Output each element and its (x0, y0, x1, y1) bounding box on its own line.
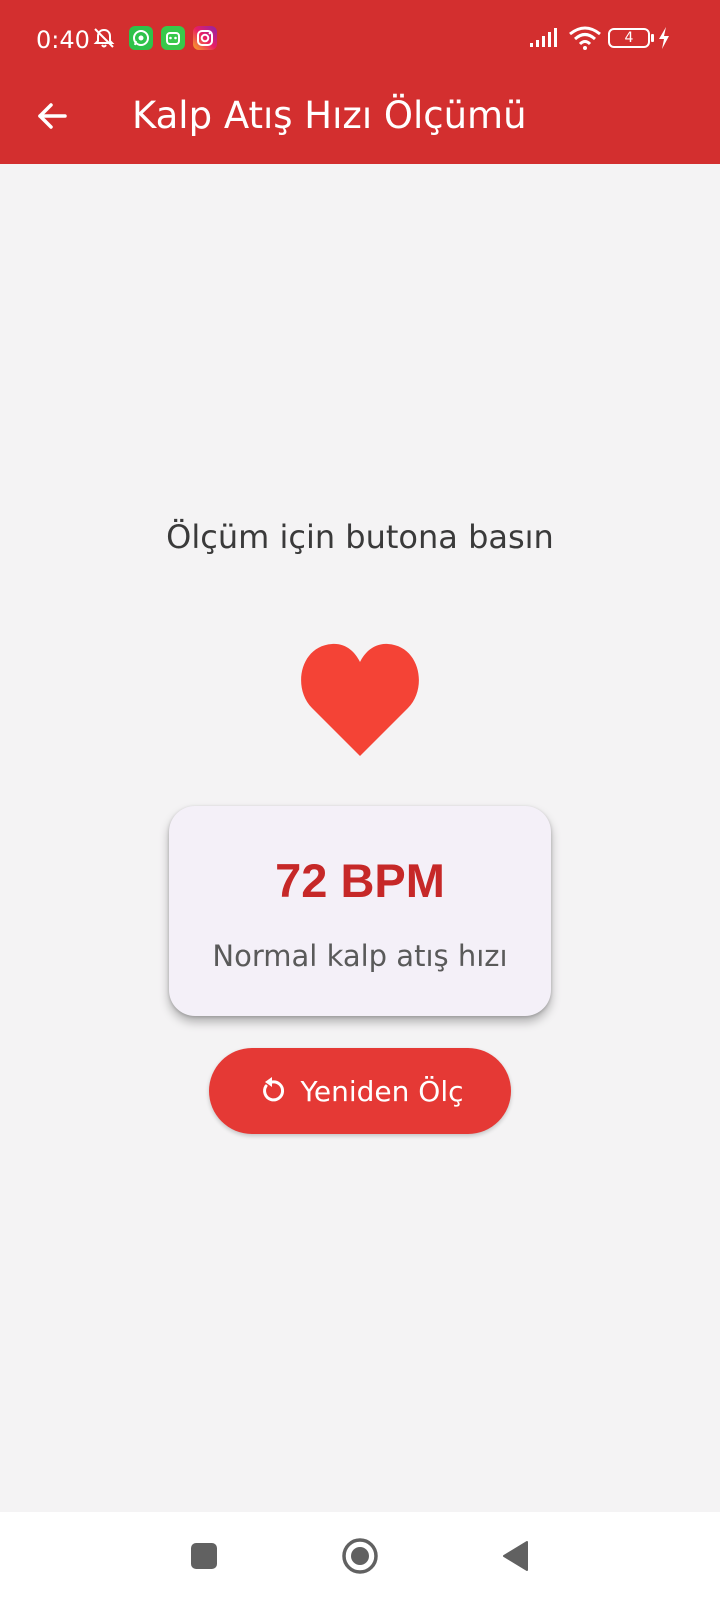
android-app-icon (161, 26, 185, 50)
top-bar: 0:40 4 Kalp Atış Hızı Ölçümü (0, 0, 720, 164)
instagram-icon (193, 26, 217, 50)
charging-icon (659, 27, 669, 49)
remeasure-button-label: Yeniden Ölç (300, 1074, 464, 1108)
arrow-back-icon (38, 103, 67, 129)
alarm-off-icon (93, 28, 115, 48)
home-circle-icon (342, 1538, 378, 1574)
home-button[interactable] (338, 1534, 382, 1578)
page-title: Kalp Atış Hızı Ölçümü (132, 94, 527, 137)
back-triangle-icon (503, 1541, 528, 1571)
status-time: 0:40 (36, 26, 90, 54)
battery-icon: 4 (608, 27, 654, 49)
bpm-value: 72 BPM (275, 854, 445, 907)
refresh-icon (262, 1077, 284, 1102)
system-back-button[interactable] (494, 1534, 538, 1578)
result-card: 72 BPM Normal kalp atış hızı (169, 806, 551, 1016)
back-button[interactable] (30, 94, 74, 138)
remeasure-button[interactable]: Yeniden Ölç (209, 1048, 511, 1134)
bpm-status-text: Normal kalp atış hızı (212, 939, 508, 973)
app-bar: Kalp Atış Hızı Ölçümü (0, 80, 720, 164)
wifi-icon (569, 26, 601, 50)
signal-icon (530, 28, 557, 47)
navigation-bar (0, 1512, 720, 1600)
recents-button[interactable] (182, 1534, 226, 1578)
whatsapp-icon (129, 26, 153, 50)
instruction-text: Ölçüm için butona basın (166, 518, 554, 556)
status-bar: 0:40 4 (0, 0, 720, 80)
battery-level: 4 (624, 30, 634, 46)
heart-icon (301, 643, 419, 756)
recents-square-icon (191, 1543, 217, 1569)
